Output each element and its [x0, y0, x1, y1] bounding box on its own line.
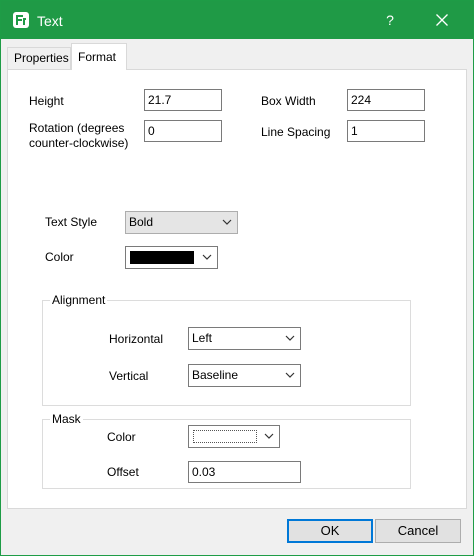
text-dialog: Text ? Properties Format Height 21.7 Box…	[0, 0, 474, 556]
mask-group: Mask Color Offset 0.03	[42, 412, 411, 489]
rotation-label-line2: counter-clockwise)	[29, 136, 129, 150]
format-panel: Height 21.7 Box Width 224 Rotation (degr…	[7, 69, 467, 509]
chevron-down-icon	[285, 372, 295, 378]
rotation-label-line1: Rotation (degrees	[29, 121, 125, 135]
tab-format[interactable]: Format	[71, 43, 127, 70]
alignment-group: Alignment Horizontal Left Vertical Basel…	[42, 293, 411, 406]
title-bar: Text ?	[1, 1, 473, 39]
help-button[interactable]: ?	[373, 1, 407, 39]
horizontal-alignment-value: Left	[192, 331, 213, 345]
rotation-input[interactable]: 0	[144, 120, 222, 142]
box-width-label: Box Width	[261, 94, 316, 108]
line-spacing-input[interactable]: 1	[347, 120, 425, 142]
text-color-dropdown[interactable]	[125, 246, 218, 269]
text-style-value: Bold	[129, 215, 154, 229]
line-spacing-label: Line Spacing	[261, 125, 331, 139]
mask-color-dropdown[interactable]	[188, 425, 280, 448]
ok-button[interactable]: OK	[287, 519, 373, 543]
vertical-label: Vertical	[109, 369, 149, 383]
mask-offset-input[interactable]: 0.03	[188, 461, 301, 483]
window-title: Text	[37, 13, 63, 29]
horizontal-alignment-dropdown[interactable]: Left	[188, 327, 301, 350]
app-logo-icon	[13, 12, 29, 28]
height-label: Height	[29, 94, 64, 108]
chevron-down-icon	[202, 254, 212, 260]
close-icon	[436, 14, 448, 26]
text-style-label: Text Style	[45, 215, 98, 229]
mask-color-swatch	[193, 430, 257, 443]
help-icon: ?	[386, 12, 394, 28]
chevron-down-icon	[285, 335, 295, 341]
box-width-input[interactable]: 224	[347, 89, 425, 111]
vertical-alignment-dropdown[interactable]: Baseline	[188, 364, 301, 387]
cancel-button[interactable]: Cancel	[375, 519, 461, 543]
text-color-swatch	[130, 251, 194, 264]
tab-properties[interactable]: Properties	[7, 47, 71, 69]
horizontal-label: Horizontal	[109, 332, 164, 346]
dialog-footer: OK Cancel	[1, 509, 473, 555]
mask-offset-label: Offset	[107, 465, 139, 479]
chevron-down-icon	[264, 433, 274, 439]
close-button[interactable]	[425, 1, 459, 39]
height-input[interactable]: 21.7	[144, 89, 222, 111]
alignment-group-title: Alignment	[50, 293, 108, 307]
mask-color-label: Color	[107, 430, 136, 444]
chevron-down-icon	[222, 219, 232, 225]
text-style-dropdown[interactable]: Bold	[125, 211, 238, 234]
mask-group-title: Mask	[50, 412, 83, 426]
vertical-alignment-value: Baseline	[192, 368, 239, 382]
text-color-label: Color	[45, 250, 74, 264]
